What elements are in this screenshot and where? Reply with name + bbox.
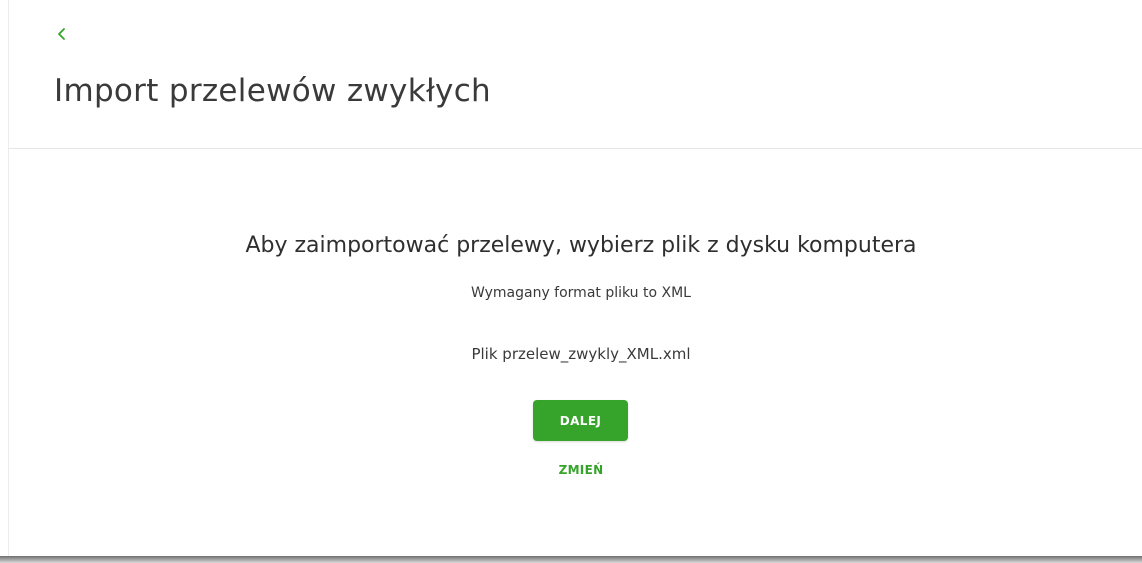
header-divider: [9, 148, 1142, 149]
selected-file-name: Plik przelew_zwykly_XML.xml: [471, 345, 691, 363]
bottom-edge-shadow: [0, 556, 1142, 563]
format-note: Wymagany format pliku to XML: [471, 285, 691, 301]
chevron-left-icon: [58, 28, 65, 40]
import-card: Import przelewów zwykłych Aby zaimportow…: [8, 0, 1142, 556]
change-file-link[interactable]: ZMIEŃ: [9, 463, 1142, 477]
next-button[interactable]: DALEJ: [533, 400, 628, 441]
page: Import przelewów zwykłych Aby zaimportow…: [0, 0, 1142, 563]
back-button[interactable]: [52, 20, 72, 48]
import-instruction: Aby zaimportować przelewy, wybierz plik …: [245, 233, 917, 258]
page-title: Import przelewów zwykłych: [54, 73, 491, 109]
